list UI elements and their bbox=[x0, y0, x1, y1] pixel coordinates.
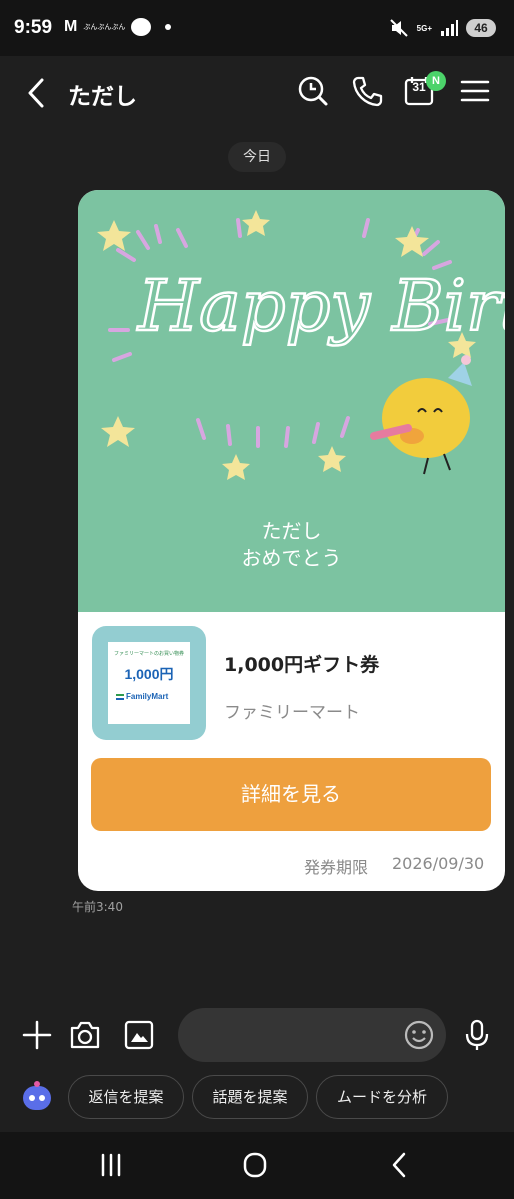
status-right: 5G+ 46 bbox=[389, 18, 496, 38]
calendar-new-badge: N bbox=[426, 71, 446, 91]
recent-apps-icon[interactable] bbox=[94, 1150, 128, 1180]
date-separator: 今日 bbox=[228, 142, 286, 172]
signal-icon bbox=[441, 20, 458, 36]
back-icon[interactable] bbox=[382, 1150, 416, 1180]
gift-brand: ファミリーマート bbox=[224, 703, 360, 723]
menu-icon[interactable] bbox=[458, 74, 492, 108]
camera-icon[interactable] bbox=[68, 1018, 102, 1052]
status-bar: 9:59 M ぷんぷんぷん 5G+ 46 bbox=[0, 0, 514, 56]
voucher-brand-label: FamilyMart bbox=[126, 692, 169, 701]
input-bar: 返信を提案 話題を提案 ムードを分析 bbox=[0, 998, 514, 1132]
search-icon[interactable] bbox=[296, 74, 330, 108]
expiry-date: 2026/09/30 bbox=[392, 854, 485, 873]
home-icon[interactable] bbox=[238, 1150, 272, 1180]
chick-character-icon bbox=[370, 355, 472, 475]
message-timestamp: 午前3:40 bbox=[72, 900, 123, 914]
chat-title[interactable]: ただし bbox=[68, 77, 137, 111]
microphone-icon[interactable] bbox=[460, 1018, 494, 1052]
gmail-icon: M bbox=[64, 18, 78, 35]
gift-card-message[interactable]: Happy Birthday ただし おめでとう ファミリーマートのお買い物券 … bbox=[78, 190, 505, 891]
suggest-reply-chip[interactable]: 返信を提案 bbox=[68, 1075, 184, 1119]
gift-thumbnail: ファミリーマートのお買い物券 1,000円 FamilyMart bbox=[92, 626, 206, 740]
mute-icon bbox=[389, 19, 408, 37]
notification-icons: M ぷんぷんぷん bbox=[64, 18, 172, 36]
network-type: 5G+ bbox=[416, 23, 432, 33]
banner-message-congrats: おめでとう bbox=[241, 546, 342, 570]
happy-birthday-illustration: Happy Birthday bbox=[97, 210, 505, 480]
banner-message-name: ただし bbox=[261, 519, 322, 543]
back-arrow-icon[interactable] bbox=[22, 76, 52, 110]
gift-card-banner: Happy Birthday ただし おめでとう bbox=[78, 190, 505, 612]
analyze-mood-chip[interactable]: ムードを分析 bbox=[316, 1075, 448, 1119]
voucher-caption: ファミリーマートのお買い物券 bbox=[113, 651, 184, 657]
app-notification-label: ぷんぷんぷん bbox=[83, 23, 126, 31]
happy-lettering: Happy Birthday bbox=[136, 265, 505, 347]
phone-icon[interactable] bbox=[350, 74, 384, 108]
emoji-icon[interactable] bbox=[402, 1018, 436, 1052]
plus-icon[interactable] bbox=[20, 1018, 54, 1052]
gift-voucher-image: ファミリーマートのお買い物券 1,000円 FamilyMart bbox=[108, 642, 190, 724]
view-details-button[interactable]: 詳細を見る bbox=[91, 758, 491, 831]
expiry-label: 発券期限 bbox=[304, 858, 369, 877]
battery-indicator: 46 bbox=[466, 19, 496, 37]
system-nav-bar bbox=[0, 1132, 514, 1199]
voucher-brand: FamilyMart bbox=[116, 692, 186, 701]
ai-assistant-icon[interactable] bbox=[20, 1080, 54, 1114]
familymart-logo-icon bbox=[116, 693, 124, 700]
voucher-amount: 1,000円 bbox=[124, 666, 174, 682]
status-time: 9:59 bbox=[14, 17, 53, 38]
chat-header: ただし bbox=[0, 56, 514, 128]
more-notifications-dot bbox=[165, 24, 172, 30]
app-face-icon bbox=[131, 18, 152, 36]
gift-title: 1,000円ギフト券 bbox=[224, 654, 380, 676]
suggest-topic-chip[interactable]: 話題を提案 bbox=[192, 1075, 308, 1119]
image-icon[interactable] bbox=[122, 1018, 156, 1052]
